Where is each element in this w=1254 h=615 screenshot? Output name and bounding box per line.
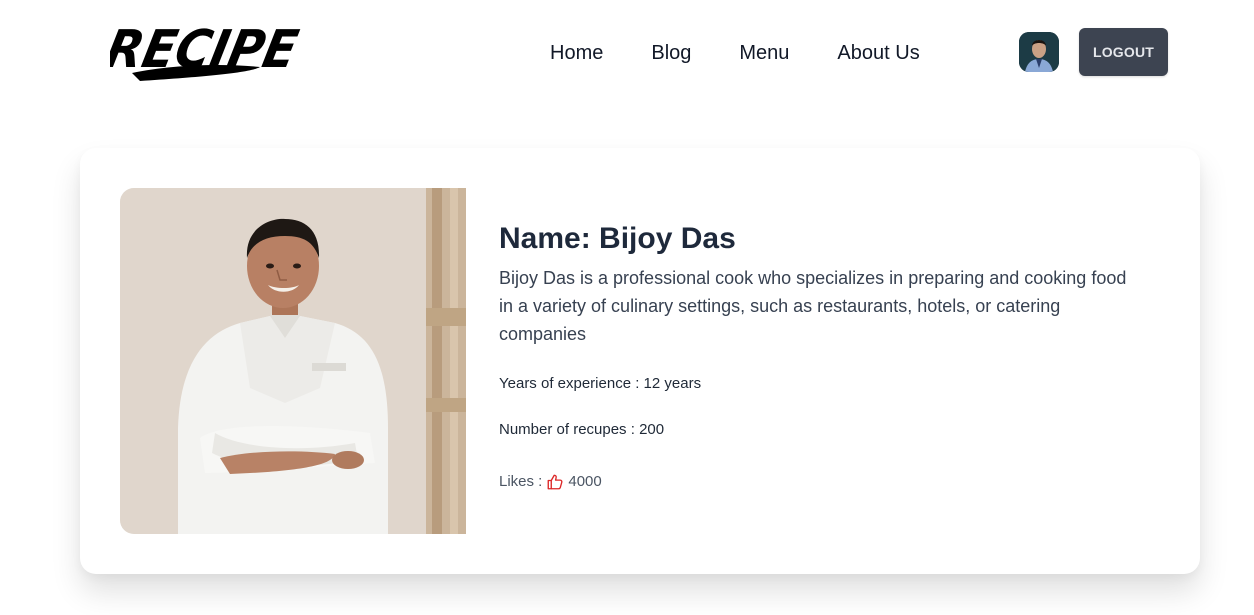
likes-stat: Likes : 4000 <box>499 472 1139 492</box>
nav-blog[interactable]: Blog <box>651 40 691 66</box>
user-avatar-image <box>1019 32 1059 72</box>
chef-card: Name: Bijoy Das Bijoy Das is a professio… <box>80 148 1200 574</box>
name-label: Name: <box>499 222 600 255</box>
likes-label: Likes : <box>499 473 543 490</box>
chef-name: Bijoy Das <box>599 222 736 255</box>
recipe-logo-icon: RECIPE <box>110 20 303 81</box>
user-avatar[interactable] <box>1019 32 1059 72</box>
chef-photo-image <box>120 188 466 534</box>
chef-name-heading: Name: Bijoy Das <box>499 220 1139 258</box>
chef-photo <box>120 188 466 534</box>
nav-about-us[interactable]: About Us <box>837 40 919 66</box>
site-header: RECIPE Home Blog Menu About Us LOGOUT <box>0 0 1254 105</box>
chef-profile-page: RECIPE Home Blog Menu About Us LOGOUT Na… <box>0 0 1254 615</box>
experience-value: 12 years <box>643 375 702 392</box>
nav-home[interactable]: Home <box>550 40 603 66</box>
recipes-stat: Number of recupes : 200 <box>499 420 1139 440</box>
logout-button[interactable]: LOGOUT <box>1079 28 1168 76</box>
svg-text:RECIPE: RECIPE <box>110 20 303 80</box>
recipes-label: Number of recupes : <box>499 421 640 438</box>
experience-stat: Years of experience : 12 years <box>499 374 1139 394</box>
thumbs-up-icon[interactable] <box>546 473 564 491</box>
likes-value: 4000 <box>568 473 602 490</box>
main-nav: Home Blog Menu About Us <box>550 40 920 66</box>
chef-info: Name: Bijoy Das Bijoy Das is a professio… <box>499 220 1139 492</box>
thumbs-up-icon-graphic <box>547 474 563 490</box>
recipe-logo[interactable]: RECIPE <box>110 15 306 87</box>
nav-menu[interactable]: Menu <box>739 40 789 66</box>
chef-description: Bijoy Das is a professional cook who spe… <box>499 268 1127 344</box>
recipes-value: 200 <box>639 421 665 438</box>
experience-label: Years of experience : <box>499 375 644 392</box>
